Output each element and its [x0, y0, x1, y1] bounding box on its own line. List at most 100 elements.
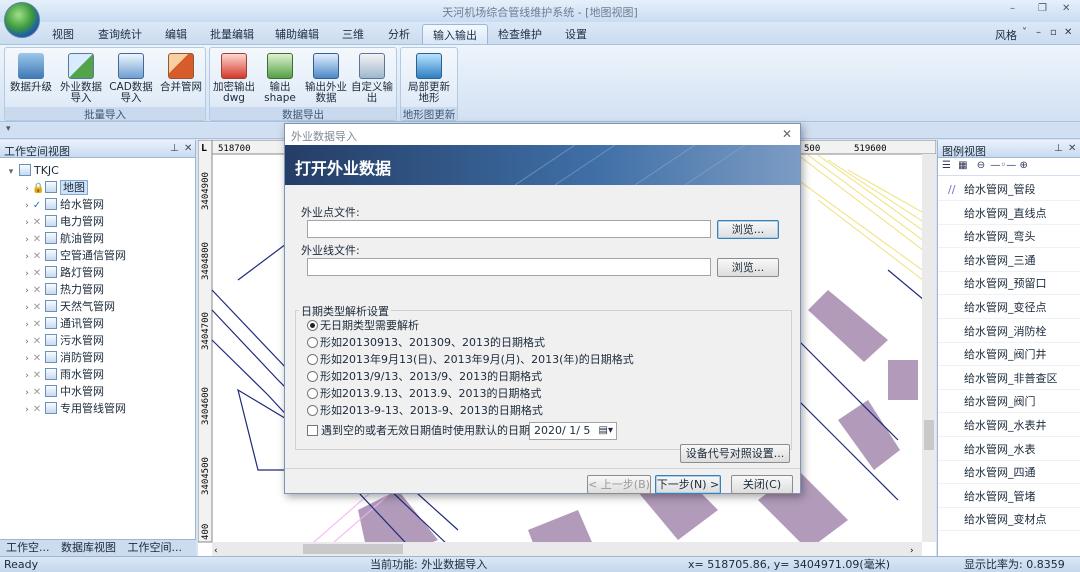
tree-layer-item[interactable]: › ✕ 中水管网 — [22, 383, 104, 400]
menu-settings[interactable]: 设置 — [565, 26, 587, 42]
custom-export-button[interactable]: 自定义输出 — [348, 51, 396, 104]
ribbon-close-button[interactable]: ✕ — [1064, 27, 1072, 38]
menu-query-stats[interactable]: 查询统计 — [98, 26, 142, 42]
cross-icon[interactable]: ✕ — [32, 367, 42, 384]
pin-icon[interactable]: ⊥ — [170, 143, 179, 154]
legend-item[interactable]: 给水管网_水表井 — [938, 414, 1080, 437]
point-file-input[interactable] — [307, 220, 711, 238]
cross-icon[interactable]: ✕ — [32, 401, 42, 418]
cross-icon[interactable]: ✕ — [32, 333, 42, 350]
date-option-none[interactable]: 无日期类型需要解析 — [307, 318, 419, 334]
legend-item[interactable]: 给水管网_预留口 — [938, 272, 1080, 296]
date-option-slash[interactable]: 形如2013/9/13、2013/9、2013的日期格式 — [307, 369, 542, 385]
check-icon[interactable]: ✓ — [32, 197, 42, 214]
legend-item[interactable]: 给水管网_阀门井 — [938, 343, 1080, 367]
tree-layer-item[interactable]: › ✕ 消防管网 — [22, 349, 104, 366]
cross-icon[interactable]: ✕ — [32, 316, 42, 333]
tree-layer-item[interactable]: › ✕ 专用管线管网 — [22, 400, 126, 417]
data-upgrade-button[interactable]: 数据升级 — [7, 51, 55, 93]
tree-layer-item[interactable]: › ✕ 空管通信管网 — [22, 247, 126, 264]
list-view-icon[interactable]: ☰ — [942, 160, 951, 171]
menu-analysis[interactable]: 分析 — [388, 26, 410, 42]
close-button[interactable]: 关闭(C) — [731, 475, 793, 494]
tab-workspace-short[interactable]: 工作空... — [6, 541, 50, 554]
tree-layer-item[interactable]: › ✕ 电力管网 — [22, 213, 104, 230]
legend-item[interactable]: 给水管网_弯头 — [938, 225, 1080, 249]
legend-item[interactable]: 给水管网_变材点 — [938, 508, 1080, 532]
window-maximize-button[interactable]: ❐ — [1038, 3, 1047, 14]
cross-icon[interactable]: ✕ — [32, 282, 42, 299]
scroll-right-icon[interactable]: › — [910, 546, 914, 556]
cross-icon[interactable]: ✕ — [32, 350, 42, 367]
window-minimize-button[interactable]: – — [1010, 3, 1015, 14]
quick-access-dropdown-icon[interactable]: ▾ — [6, 124, 11, 134]
legend-item[interactable]: ∕∕ 给水管网_管段 — [938, 178, 1080, 201]
legend-item[interactable]: 给水管网_阀门 — [938, 390, 1080, 414]
tree-map-node[interactable]: › 🔒 地图 — [22, 179, 88, 196]
expand-icon[interactable]: ▾ — [6, 164, 16, 181]
tree-layer-item[interactable]: › ✕ 污水管网 — [22, 332, 104, 349]
tree-layer-item[interactable]: › ✕ 通讯管网 — [22, 315, 104, 332]
encrypted-dwg-export-button[interactable]: 加密输出dwg — [210, 51, 258, 104]
tab-workspace[interactable]: 工作空间... — [128, 541, 183, 554]
cross-icon[interactable]: ✕ — [32, 265, 42, 282]
tab-database-view[interactable]: 数据库视图 — [61, 541, 116, 554]
grid-view-icon[interactable]: ▦ — [958, 160, 967, 171]
device-code-mapping-button[interactable]: 设备代号对照设置... — [680, 444, 790, 463]
menu-batch-edit[interactable]: 批量编辑 — [210, 26, 254, 42]
legend-item[interactable]: 给水管网_消防栓 — [938, 320, 1080, 343]
radio[interactable] — [307, 354, 318, 365]
date-option-chinese[interactable]: 形如2013年9月13(日)、2013年9月(月)、2013(年)的日期格式 — [307, 352, 634, 368]
radio[interactable] — [307, 337, 318, 348]
radio[interactable] — [307, 405, 318, 416]
tree-layer-item[interactable]: › ✕ 雨水管网 — [22, 366, 104, 383]
legend-item[interactable]: 给水管网_水表 — [938, 438, 1080, 461]
app-menu-orb-icon[interactable] — [4, 2, 40, 38]
default-date-picker[interactable]: 2020/ 1/ 5 ▤▾ — [529, 422, 617, 440]
menu-input-output[interactable]: 输入输出 — [422, 24, 488, 45]
calendar-dropdown-icon[interactable]: ▤▾ — [599, 423, 613, 439]
zoom-slider[interactable]: —◦— — [990, 160, 1016, 171]
legend-item[interactable]: 给水管网_直线点 — [938, 202, 1080, 225]
radio[interactable] — [307, 371, 318, 382]
menu-3d[interactable]: 三维 — [342, 26, 364, 42]
zoom-in-icon[interactable]: ⊕ — [1019, 160, 1027, 171]
tree-layer-item[interactable]: › ✕ 航油管网 — [22, 230, 104, 247]
menu-view[interactable]: 视图 — [52, 26, 74, 42]
legend-item[interactable]: 给水管网_四通 — [938, 461, 1080, 485]
prev-button[interactable]: < 上一步(B) — [587, 475, 651, 494]
line-file-input[interactable] — [307, 258, 711, 276]
field-data-import-button[interactable]: 外业数据导入 — [57, 51, 105, 104]
close-icon[interactable]: ✕ — [782, 127, 792, 141]
radio[interactable] — [307, 388, 318, 399]
field-data-export-button[interactable]: 输出外业数据 — [302, 51, 350, 104]
cross-icon[interactable]: ✕ — [32, 231, 42, 248]
legend-item[interactable]: 给水管网_三通 — [938, 249, 1080, 272]
tree-root[interactable]: ▾ TKJC — [6, 162, 59, 179]
legend-item[interactable]: 给水管网_非普查区 — [938, 367, 1080, 390]
tree-layer-item[interactable]: › ✕ 天然气管网 — [22, 298, 115, 315]
cross-icon[interactable]: ✕ — [32, 299, 42, 316]
point-file-browse-button[interactable]: 浏览... — [717, 220, 779, 239]
tree-layer-item[interactable]: › ✕ 热力管网 — [22, 281, 104, 298]
style-dropdown-icon[interactable]: ˅ — [1022, 27, 1027, 38]
date-option-dot[interactable]: 形如2013.9.13、2013.9、2013的日期格式 — [307, 386, 541, 402]
local-terrain-update-button[interactable]: 局部更新地形 — [405, 51, 453, 104]
next-button[interactable]: 下一步(N) > — [655, 475, 721, 494]
pin-icon[interactable]: ⊥ — [1054, 143, 1063, 154]
legend-item[interactable]: 给水管网_变径点 — [938, 296, 1080, 319]
ribbon-minimize-button[interactable]: – — [1036, 27, 1041, 38]
expand-icon[interactable]: › — [22, 402, 32, 419]
cross-icon[interactable]: ✕ — [32, 384, 42, 401]
cross-icon[interactable]: ✕ — [32, 214, 42, 231]
menu-aux-edit[interactable]: 辅助编辑 — [275, 26, 319, 42]
use-default-date-checkbox[interactable]: 遇到空的或者无效日期值时使用默认的日期: — [307, 423, 534, 439]
cross-icon[interactable]: ✕ — [32, 248, 42, 265]
window-close-button[interactable]: ✕ — [1062, 3, 1070, 14]
date-option-dash[interactable]: 形如2013-9-13、2013-9、2013的日期格式 — [307, 403, 543, 419]
scroll-left-icon[interactable]: ‹ — [214, 546, 218, 556]
menu-edit[interactable]: 编辑 — [165, 26, 187, 42]
legend-item[interactable]: 给水管网_管堵 — [938, 485, 1080, 508]
menu-check-maintenance[interactable]: 检查维护 — [498, 26, 542, 42]
shape-export-button[interactable]: 输出shape — [256, 51, 304, 104]
